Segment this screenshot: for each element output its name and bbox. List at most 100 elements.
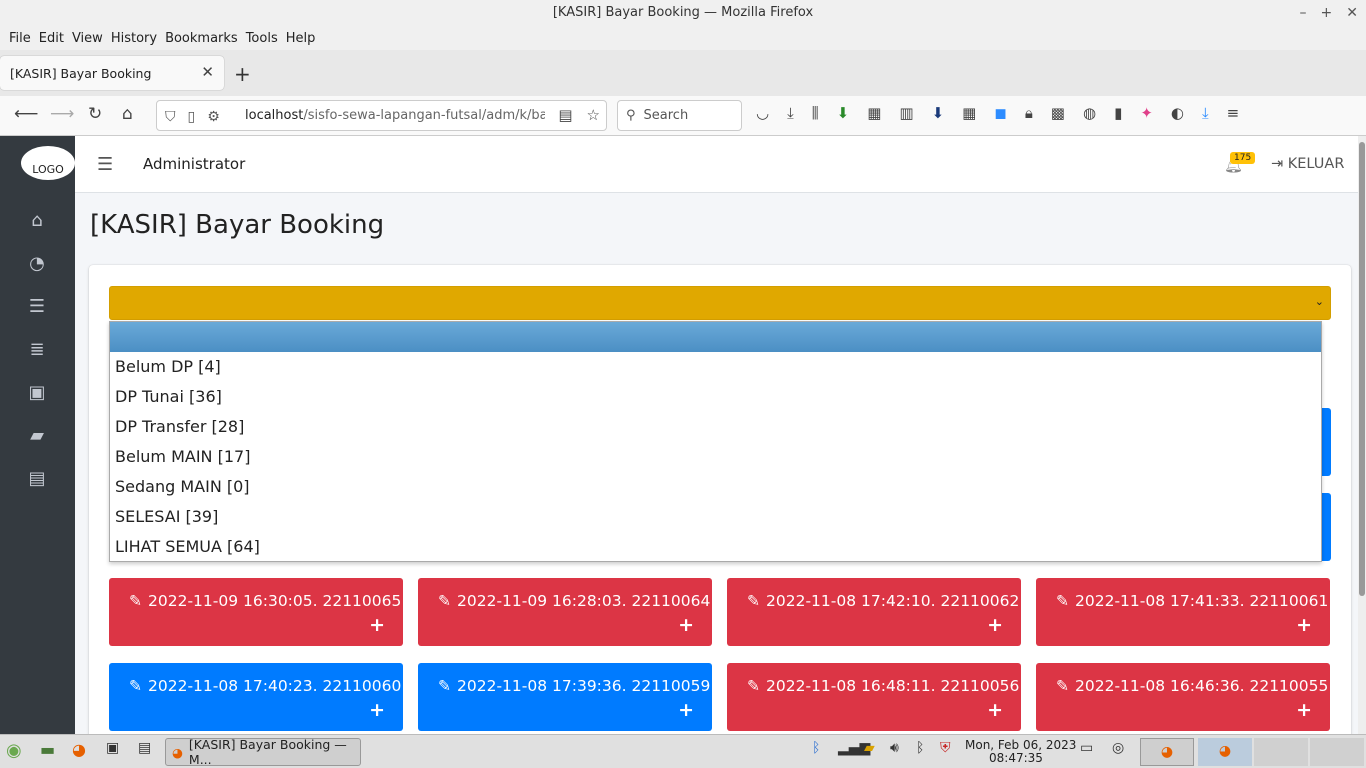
page-scrollbar[interactable]	[1358, 136, 1366, 734]
dropdown-option[interactable]: Belum MAIN [17]	[115, 447, 250, 466]
new-tab-button[interactable]: +	[234, 62, 251, 86]
workspace-4[interactable]	[1310, 738, 1364, 766]
scrollbar-thumb[interactable]	[1359, 142, 1365, 596]
menu-tools[interactable]: Tools	[242, 31, 282, 46]
maximize-icon[interactable]: +	[1321, 0, 1333, 26]
color-icon[interactable]: ✦	[1140, 104, 1153, 122]
globe-icon[interactable]: ◍	[1083, 104, 1096, 122]
workspace-3[interactable]	[1254, 738, 1308, 766]
pocket-icon[interactable]: ◡	[756, 104, 769, 122]
menu-bookmarks[interactable]: Bookmarks	[161, 31, 242, 46]
security-icon[interactable]: ⛨	[940, 740, 951, 764]
ruler-icon[interactable]: ▦	[962, 104, 976, 122]
browser-tab[interactable]: [KASIR] Bayar Booking ✕	[0, 56, 224, 90]
plus-icon[interactable]: +	[678, 614, 694, 636]
terminal-icon[interactable]: ▣	[106, 740, 119, 764]
taskbar-window-firefox[interactable]: ◕ [KASIR] Bayar Booking — M...	[165, 737, 361, 767]
permissions-icon[interactable]: ⚙	[207, 109, 220, 125]
edit-icon: ✎	[747, 677, 760, 695]
logout-button[interactable]: ⇥ KELUAR	[1271, 156, 1344, 172]
menu-edit[interactable]: Edit	[35, 31, 68, 46]
dropdown-option[interactable]: SELESAI [39]	[115, 507, 218, 526]
plus-icon[interactable]: +	[1296, 699, 1312, 721]
plus-icon[interactable]: +	[369, 699, 385, 721]
zoom-icon[interactable]: ◼	[994, 104, 1006, 122]
green-download-icon[interactable]: ⬇	[837, 104, 850, 122]
dropdown-selected-option[interactable]	[110, 322, 1321, 352]
dropdown-option[interactable]: Sedang MAIN [0]	[115, 477, 250, 496]
firefox-icon: ◕	[172, 744, 183, 760]
show-desktop-icon[interactable]: ▬	[40, 740, 55, 764]
close-window-icon[interactable]: ✕	[1346, 0, 1358, 26]
booking-button[interactable]: ✎ 2022-11-09 16:28:03. 22110064 +	[418, 578, 712, 646]
plus-icon[interactable]: +	[1296, 614, 1312, 636]
power-icon[interactable]: ▰	[864, 740, 875, 764]
dropdown-option[interactable]: DP Tunai [36]	[115, 387, 222, 406]
booking-button[interactable]: ✎ 2022-11-08 17:39:36. 22110059 +	[418, 663, 712, 731]
forward-icon[interactable]: ⟶	[50, 104, 74, 124]
dropdown-option[interactable]: DP Transfer [28]	[115, 417, 244, 436]
blue-download-icon[interactable]: ⤓	[1202, 104, 1209, 122]
app-menu-icon[interactable]: ≡	[1227, 104, 1240, 122]
extension-icon[interactable]: ▦	[867, 104, 881, 122]
workspace-2[interactable]: ◕	[1198, 738, 1252, 766]
server-icon[interactable]: ☰	[26, 296, 48, 318]
save-icon[interactable]: ⬇	[932, 104, 945, 122]
book-icon[interactable]: ▰	[26, 425, 48, 447]
mint-menu-icon[interactable]: ◉	[6, 740, 22, 764]
shield-icon[interactable]: ⛉	[165, 109, 176, 125]
hamburger-icon[interactable]: ☰	[97, 154, 113, 175]
files-icon[interactable]: ▤	[138, 740, 151, 764]
url-text[interactable]: localhost/sisfo-sewa-lapangan-futsal/adm…	[245, 108, 545, 123]
tray-icon[interactable]: ◎	[1112, 740, 1124, 764]
url-bar[interactable]: ⛉ ▯ ⚙ localhost/sisfo-sewa-lapangan-futs…	[156, 100, 607, 131]
database-icon[interactable]: ≣	[26, 339, 48, 361]
menu-view[interactable]: View	[68, 31, 107, 46]
dashboard-icon[interactable]: ◔	[26, 253, 48, 275]
booking-button[interactable]: ✎ 2022-11-09 16:30:05. 22110065 +	[109, 578, 403, 646]
dropdown-option[interactable]: LIHAT SEMUA [64]	[115, 537, 260, 556]
ext-icon[interactable]: ▮	[1114, 104, 1122, 122]
firefox-launcher-icon[interactable]: ◕	[72, 740, 86, 764]
dropdown-option[interactable]: Belum DP [4]	[115, 357, 221, 376]
booking-button[interactable]: ✎ 2022-11-08 16:46:36. 22110055 +	[1036, 663, 1330, 731]
archive-icon[interactable]: ▤	[26, 468, 48, 490]
bookmark-star-icon[interactable]: ☆	[587, 106, 600, 124]
menu-history[interactable]: History	[107, 31, 161, 46]
plus-icon[interactable]: +	[987, 699, 1003, 721]
downloads-icon[interactable]: ⤓	[787, 104, 794, 122]
bluetooth-tray-icon[interactable]: ᛒ	[916, 740, 924, 764]
workspace-1[interactable]: ◕	[1140, 738, 1194, 766]
qr-icon[interactable]: ▩	[1051, 104, 1065, 122]
plus-icon[interactable]: +	[369, 614, 385, 636]
plus-icon[interactable]: +	[678, 699, 694, 721]
booking-button[interactable]: ✎ 2022-11-08 17:40:23. 22110060 +	[109, 663, 403, 731]
booking-button[interactable]: ✎ 2022-11-08 16:48:11. 22110056 +	[727, 663, 1021, 731]
plus-icon[interactable]: +	[987, 614, 1003, 636]
search-box[interactable]: ⚲ Search	[617, 100, 742, 131]
status-select[interactable]: ⌄	[109, 286, 1331, 320]
home-nav-icon[interactable]: ⌂	[122, 104, 133, 124]
money-icon[interactable]: ▣	[26, 382, 48, 404]
home-icon[interactable]: ⌂	[26, 210, 48, 232]
booking-button[interactable]: ✎ 2022-11-08 17:42:10. 22110062 +	[727, 578, 1021, 646]
booking-label: ✎ 2022-11-08 16:48:11. 22110056	[747, 677, 1020, 695]
menu-help[interactable]: Help	[282, 31, 320, 46]
clock[interactable]: Mon, Feb 06, 2023 08:47:35	[965, 739, 1076, 765]
lock-icon[interactable]: 🔒︎	[1025, 104, 1033, 122]
edit-icon: ✎	[1056, 592, 1069, 610]
bluetooth-icon[interactable]: ᛒ	[812, 740, 820, 764]
sidebar-toggle-icon[interactable]: ▥	[899, 104, 913, 122]
back-icon[interactable]: ⟵	[14, 104, 38, 124]
volume-icon[interactable]: 🔊︎	[890, 740, 899, 764]
library-icon[interactable]: ⫼	[812, 104, 819, 122]
reader-view-icon[interactable]: ▤	[558, 106, 572, 124]
battery-icon[interactable]: ▭	[1080, 740, 1093, 764]
tab-close-icon[interactable]: ✕	[201, 63, 214, 81]
reload-icon[interactable]: ↻	[88, 104, 102, 124]
menu-file[interactable]: File	[5, 31, 35, 46]
brand-logo[interactable]: LOGO	[21, 146, 75, 180]
toggle-icon[interactable]: ◐	[1171, 104, 1184, 122]
booking-button[interactable]: ✎ 2022-11-08 17:41:33. 22110061 +	[1036, 578, 1330, 646]
minimize-icon[interactable]: –	[1300, 0, 1307, 26]
